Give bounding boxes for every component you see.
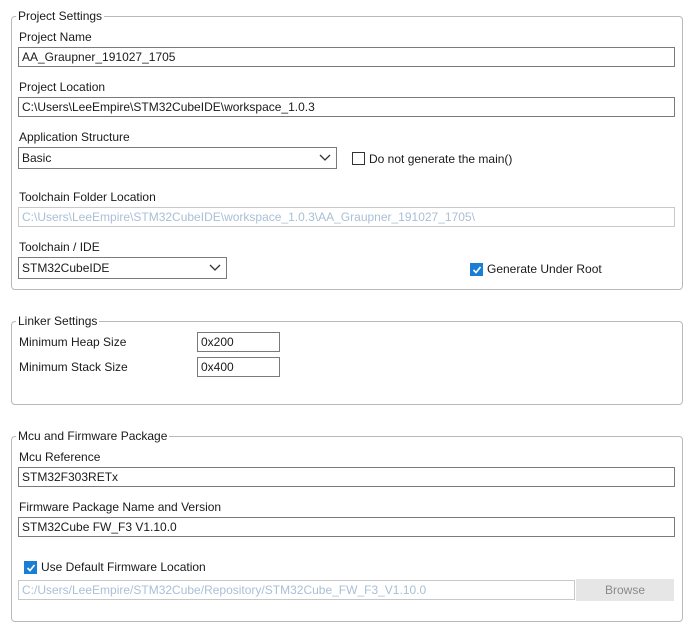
mcu-firmware-legend: Mcu and Firmware Package bbox=[16, 428, 170, 444]
use-default-firmware-location-label[interactable]: Use Default Firmware Location bbox=[41, 559, 206, 575]
chevron-down-icon bbox=[319, 154, 331, 161]
generate-under-root-label[interactable]: Generate Under Root bbox=[487, 261, 602, 277]
use-default-firmware-location-checkbox[interactable] bbox=[24, 561, 37, 574]
toolchain-folder-label: Toolchain Folder Location bbox=[19, 190, 156, 204]
min-stack-size-label: Minimum Stack Size bbox=[19, 360, 128, 374]
firmware-location-input: C:/Users/LeeEmpire/STM32Cube/Repository/… bbox=[18, 580, 575, 600]
firmware-package-input[interactable]: STM32Cube FW_F3 V1.10.0 bbox=[18, 517, 675, 537]
project-name-label: Project Name bbox=[19, 30, 92, 44]
generate-under-root-checkbox[interactable] bbox=[470, 263, 483, 276]
application-structure-value: Basic bbox=[22, 151, 52, 165]
mcu-reference-label: Mcu Reference bbox=[19, 450, 101, 464]
application-structure-select[interactable]: Basic bbox=[18, 147, 337, 169]
application-structure-label: Application Structure bbox=[19, 130, 130, 144]
linker-settings-legend: Linker Settings bbox=[16, 313, 100, 329]
min-heap-size-input[interactable]: 0x200 bbox=[197, 332, 280, 352]
checkmark-icon bbox=[472, 266, 482, 274]
checkmark-icon bbox=[26, 564, 36, 572]
min-heap-size-label: Minimum Heap Size bbox=[19, 335, 127, 349]
browse-button[interactable]: Browse bbox=[576, 579, 674, 601]
project-location-input[interactable]: C:\Users\LeeEmpire\STM32CubeIDE\workspac… bbox=[18, 97, 675, 117]
project-location-label: Project Location bbox=[19, 80, 106, 94]
firmware-package-label: Firmware Package Name and Version bbox=[19, 500, 222, 514]
toolchain-ide-select[interactable]: STM32CubeIDE bbox=[18, 257, 227, 279]
toolchain-ide-value: STM32CubeIDE bbox=[22, 261, 110, 275]
do-not-generate-main-label[interactable]: Do not generate the main() bbox=[369, 151, 512, 167]
min-stack-size-input[interactable]: 0x400 bbox=[197, 357, 280, 377]
toolchain-folder-input: C:\Users\LeeEmpire\STM32CubeIDE\workspac… bbox=[18, 207, 675, 227]
mcu-reference-input[interactable]: STM32F303RETx bbox=[18, 467, 675, 487]
do-not-generate-main-checkbox[interactable] bbox=[352, 152, 365, 165]
project-settings-legend: Project Settings bbox=[16, 8, 105, 24]
chevron-down-icon bbox=[209, 264, 221, 271]
toolchain-ide-label: Toolchain / IDE bbox=[19, 240, 100, 254]
project-name-input[interactable]: AA_Graupner_191027_1705 bbox=[18, 47, 675, 67]
